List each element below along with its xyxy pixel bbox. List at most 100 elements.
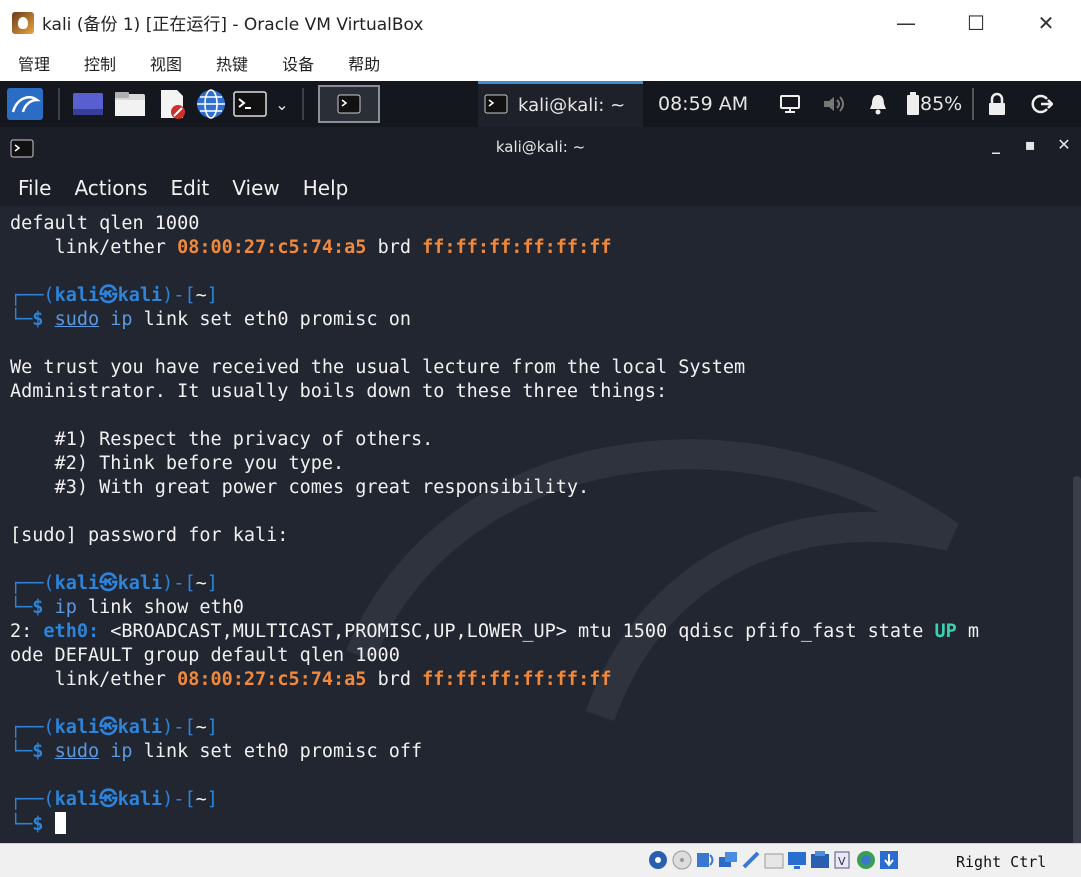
host-key-label: Right Ctrl bbox=[956, 853, 1047, 871]
logout-icon[interactable] bbox=[1020, 93, 1064, 115]
terminal-text: #1) Respect the privacy of others. bbox=[10, 429, 434, 450]
usb-icon[interactable] bbox=[740, 849, 760, 871]
svg-text:V: V bbox=[838, 855, 846, 868]
terminal-text: sudo bbox=[54, 309, 100, 330]
terminal-text: ] bbox=[206, 717, 218, 738]
keyboard-capture-icon[interactable] bbox=[878, 849, 898, 871]
terminal-text: #2) Think before you type. bbox=[10, 453, 345, 474]
terminal-menu-help[interactable]: Help bbox=[303, 176, 349, 200]
terminal-text: brd bbox=[366, 237, 423, 258]
menu-hotkeys[interactable]: 热键 bbox=[216, 51, 248, 75]
active-task-terminal[interactable]: kali@kali: ~ bbox=[478, 81, 643, 127]
terminal-text: )-[ bbox=[162, 285, 196, 306]
terminal-text: ~ bbox=[195, 285, 207, 306]
menu-help[interactable]: 帮助 bbox=[348, 51, 380, 75]
vbox-status-bar: V Right Ctrl bbox=[0, 843, 1081, 877]
terminal-text: link/ether bbox=[10, 237, 178, 258]
menu-view[interactable]: 视图 bbox=[150, 51, 182, 75]
terminal-text: ] bbox=[206, 573, 218, 594]
terminal-text: 08:00:27:c5:74:a5 bbox=[177, 669, 367, 690]
terminal-text: 2: bbox=[10, 621, 44, 642]
terminal-title-bar: kali@kali: ~ _ ▪ ✕ bbox=[0, 127, 1081, 170]
lock-screen-icon[interactable] bbox=[974, 92, 1020, 116]
terminal-menu-file[interactable]: File bbox=[18, 176, 51, 200]
terminal-text: ip bbox=[54, 597, 77, 618]
terminal-line: default qlen 1000 bbox=[10, 212, 979, 236]
minimize-button[interactable]: — bbox=[871, 0, 941, 45]
terminal-output[interactable]: default qlen 1000 link/ether 08:00:27:c5… bbox=[0, 206, 1081, 843]
terminal-text: Administrator. It usually boils down to … bbox=[10, 381, 668, 402]
menu-devices[interactable]: 设备 bbox=[282, 51, 314, 75]
terminal-line: └─$ bbox=[10, 812, 979, 836]
terminal-launcher-icon[interactable] bbox=[230, 81, 270, 127]
terminal-text: m bbox=[956, 621, 980, 642]
workspace-icon[interactable] bbox=[68, 81, 108, 127]
terminal-line: #3) With great power comes great respons… bbox=[10, 476, 979, 500]
terminal-text: sudo bbox=[54, 741, 100, 762]
text-editor-icon[interactable] bbox=[152, 81, 192, 127]
vbox-menu-bar: 管理 控制 视图 热键 设备 帮助 bbox=[0, 45, 1081, 81]
terminal-text: <BROADCAST,MULTICAST,PROMISC,UP,LOWER_UP… bbox=[99, 621, 935, 642]
kali-dragon-menu-icon[interactable] bbox=[0, 81, 50, 127]
taskbar-window-button[interactable] bbox=[318, 85, 380, 123]
terminal-line: ┌──(kali㉿kali)-[~] bbox=[10, 788, 979, 812]
maximize-button[interactable]: ☐ bbox=[941, 0, 1011, 45]
terminal-text: ] bbox=[206, 285, 218, 306]
menu-manage[interactable]: 管理 bbox=[18, 51, 50, 75]
terminal-text: ┌──( bbox=[10, 789, 55, 810]
close-button[interactable]: ✕ bbox=[1011, 0, 1081, 45]
terminal-menu-bar: File Actions Edit View Help bbox=[0, 170, 1081, 206]
terminal-maximize-button[interactable]: ▪ bbox=[1013, 135, 1047, 154]
web-browser-icon[interactable] bbox=[192, 81, 230, 127]
terminal-line: link/ether 08:00:27:c5:74:a5 brd ff:ff:f… bbox=[10, 236, 979, 260]
terminal-line: link/ether 08:00:27:c5:74:a5 brd ff:ff:f… bbox=[10, 668, 979, 692]
terminal-text: kali㉿kali bbox=[54, 573, 163, 594]
terminal-line: ode DEFAULT group default qlen 1000 bbox=[10, 644, 979, 668]
terminal-line: #1) Respect the privacy of others. bbox=[10, 428, 979, 452]
terminal-scrollbar[interactable] bbox=[1073, 476, 1081, 843]
clock[interactable]: 08:59 AM bbox=[658, 81, 748, 127]
terminal-text: UP bbox=[934, 621, 957, 642]
terminal-line: We trust you have received the usual lec… bbox=[10, 356, 979, 380]
terminal-line: ┌──(kali㉿kali)-[~] bbox=[10, 716, 979, 740]
terminal-text: We trust you have received the usual lec… bbox=[10, 357, 746, 378]
audio-icon[interactable] bbox=[694, 849, 714, 871]
video-capture-icon[interactable] bbox=[809, 849, 829, 871]
optical-drive-icon[interactable] bbox=[671, 849, 692, 871]
terminal-text: └─ bbox=[10, 814, 33, 835]
terminal-line: └─$ sudo ip link set eth0 promisc on bbox=[10, 308, 979, 332]
chevron-down-icon[interactable]: ⌄ bbox=[270, 81, 294, 127]
terminal-minimize-button[interactable]: _ bbox=[979, 135, 1013, 154]
hard-disk-icon[interactable] bbox=[648, 849, 668, 871]
terminal-text: $ bbox=[32, 741, 44, 762]
terminal-line: ┌──(kali㉿kali)-[~] bbox=[10, 572, 979, 596]
display-icon[interactable] bbox=[768, 94, 812, 114]
volume-muted-icon[interactable] bbox=[812, 94, 856, 114]
terminal-menu-actions[interactable]: Actions bbox=[74, 176, 147, 200]
terminal-text: ff:ff:ff:ff:ff:ff bbox=[422, 237, 612, 258]
terminal-menu-view[interactable]: View bbox=[232, 176, 279, 200]
terminal-text: link set eth0 promisc off bbox=[132, 741, 423, 762]
terminal-text: $ bbox=[32, 309, 44, 330]
network-icon[interactable] bbox=[717, 849, 737, 871]
display-status-icon[interactable] bbox=[786, 849, 806, 871]
terminal-text: ode DEFAULT group default qlen 1000 bbox=[10, 645, 400, 666]
guest-additions-icon[interactable] bbox=[855, 849, 875, 871]
terminal-line: └─$ sudo ip link set eth0 promisc off bbox=[10, 740, 979, 764]
terminal-text: kali㉿kali bbox=[54, 285, 163, 306]
terminal-text: ~ bbox=[195, 717, 207, 738]
terminal-text: kali㉿kali bbox=[54, 789, 163, 810]
terminal-text: eth0: bbox=[43, 621, 100, 642]
shared-folder-icon[interactable] bbox=[763, 849, 784, 871]
menu-control[interactable]: 控制 bbox=[84, 51, 116, 75]
virtualization-icon[interactable]: V bbox=[832, 849, 852, 871]
notification-bell-icon[interactable] bbox=[856, 93, 900, 115]
virtualbox-vm-icon bbox=[12, 11, 34, 34]
terminal-menu-edit[interactable]: Edit bbox=[171, 176, 210, 200]
terminal-close-button[interactable]: ✕ bbox=[1047, 135, 1081, 154]
file-manager-icon[interactable] bbox=[108, 81, 152, 127]
